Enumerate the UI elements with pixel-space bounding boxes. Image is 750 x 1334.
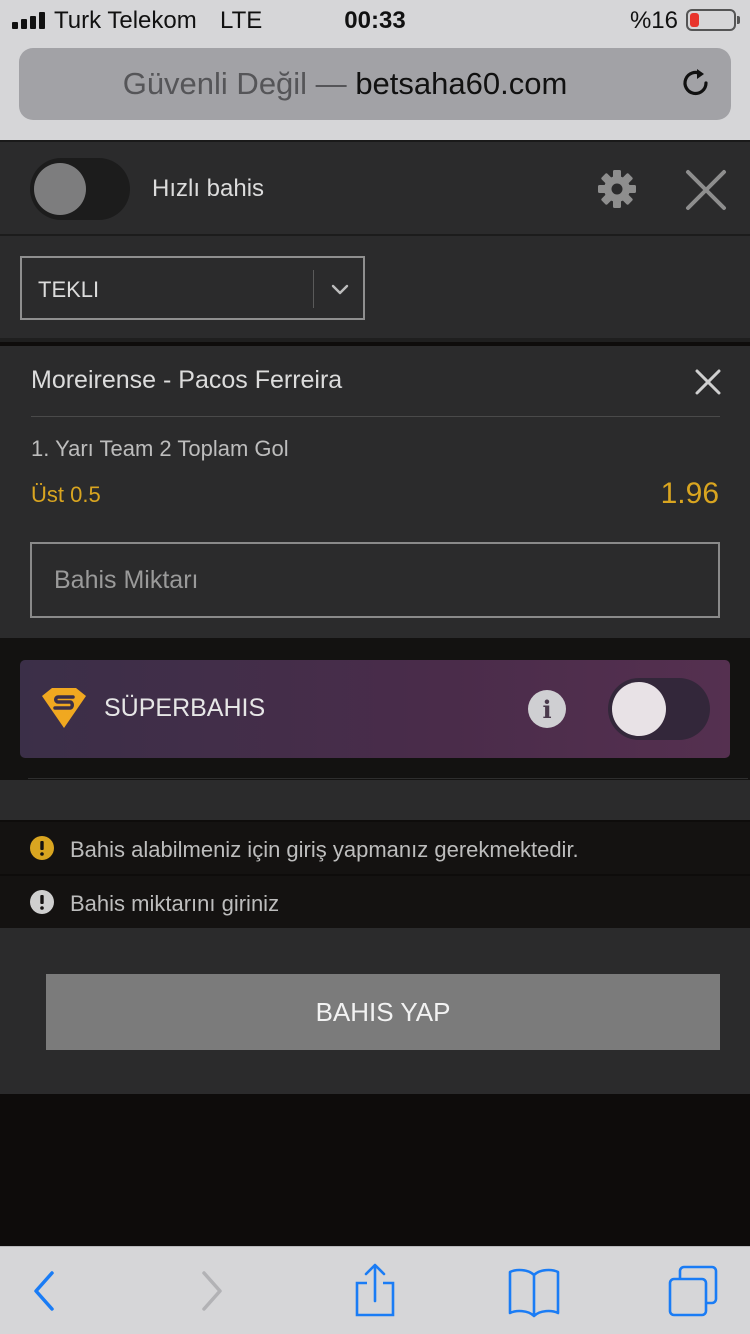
forward-icon[interactable]	[182, 1261, 242, 1321]
stake-required-message: Bahis miktarını giriniz	[0, 876, 750, 928]
select-divider	[313, 270, 314, 308]
bet-type-row: TEKLI	[0, 236, 750, 342]
stake-input[interactable]	[30, 542, 720, 618]
match-name: Moreirense - Pacos Ferreira	[31, 366, 343, 394]
superbahis-section: SÜPERBAHIS i	[0, 638, 750, 780]
tabs-icon[interactable]	[664, 1261, 724, 1321]
superbahis-label: SÜPERBAHIS	[104, 694, 266, 722]
battery-percentage: %16	[629, 7, 678, 34]
battery-level	[690, 13, 699, 27]
bet-type-select[interactable]: TEKLI	[20, 256, 365, 320]
chevron-down-icon	[331, 284, 349, 295]
info-glyph: i	[542, 695, 552, 724]
address-bar[interactable]: Güvenli Değil — betsaha60.com	[19, 48, 731, 120]
url-domain: betsaha60.com	[355, 66, 568, 101]
gear-icon[interactable]	[596, 168, 638, 210]
reload-icon[interactable]	[679, 66, 713, 100]
url-text[interactable]: Güvenli Değil — betsaha60.com	[19, 66, 671, 102]
security-label: Güvenli Değil —	[122, 66, 347, 101]
divider	[28, 778, 748, 779]
battery-icon	[686, 9, 740, 31]
login-required-message: Bahis alabilmeniz için giriş yapmanız ge…	[0, 822, 750, 874]
toggle-knob	[612, 682, 666, 736]
share-icon[interactable]	[345, 1261, 405, 1321]
odds-value: 1.96	[660, 477, 719, 510]
superbahis-card: SÜPERBAHIS i	[20, 660, 730, 758]
bet-selection-card: Moreirense - Pacos Ferreira 1. Yarı Team…	[0, 346, 750, 638]
toggle-knob	[34, 163, 86, 215]
message-text: Bahis miktarını giriniz	[70, 891, 280, 916]
warning-icon	[30, 836, 54, 860]
remove-selection-icon[interactable]	[693, 367, 723, 397]
superbahis-toggle[interactable]	[608, 678, 710, 740]
bookmarks-icon[interactable]	[504, 1261, 564, 1321]
status-bar: Turk Telekom LTE 00:33 %16	[0, 0, 750, 40]
superbahis-logo-icon	[42, 688, 86, 728]
place-bet-button[interactable]: BAHIS YAP	[46, 974, 720, 1050]
browser-address-area: Güvenli Değil — betsaha60.com	[0, 40, 750, 140]
action-area: BAHIS YAP	[0, 928, 750, 1094]
close-icon[interactable]	[684, 168, 728, 212]
empty-area	[0, 1094, 750, 1246]
divider	[31, 416, 720, 417]
spacer	[0, 780, 750, 820]
back-icon[interactable]	[16, 1261, 76, 1321]
error-icon	[30, 890, 54, 914]
bet-type-value: TEKLI	[38, 277, 100, 302]
quick-bet-toggle[interactable]	[30, 158, 130, 220]
betslip-header: Hızlı bahis	[0, 140, 750, 236]
browser-toolbar	[0, 1246, 750, 1334]
quick-bet-label: Hızlı bahis	[152, 175, 265, 202]
info-icon[interactable]: i	[528, 690, 566, 728]
market-name: 1. Yarı Team 2 Toplam Gol	[31, 436, 289, 461]
selection-name: Üst 0.5	[31, 482, 101, 507]
message-text: Bahis alabilmeniz için giriş yapmanız ge…	[70, 837, 579, 862]
